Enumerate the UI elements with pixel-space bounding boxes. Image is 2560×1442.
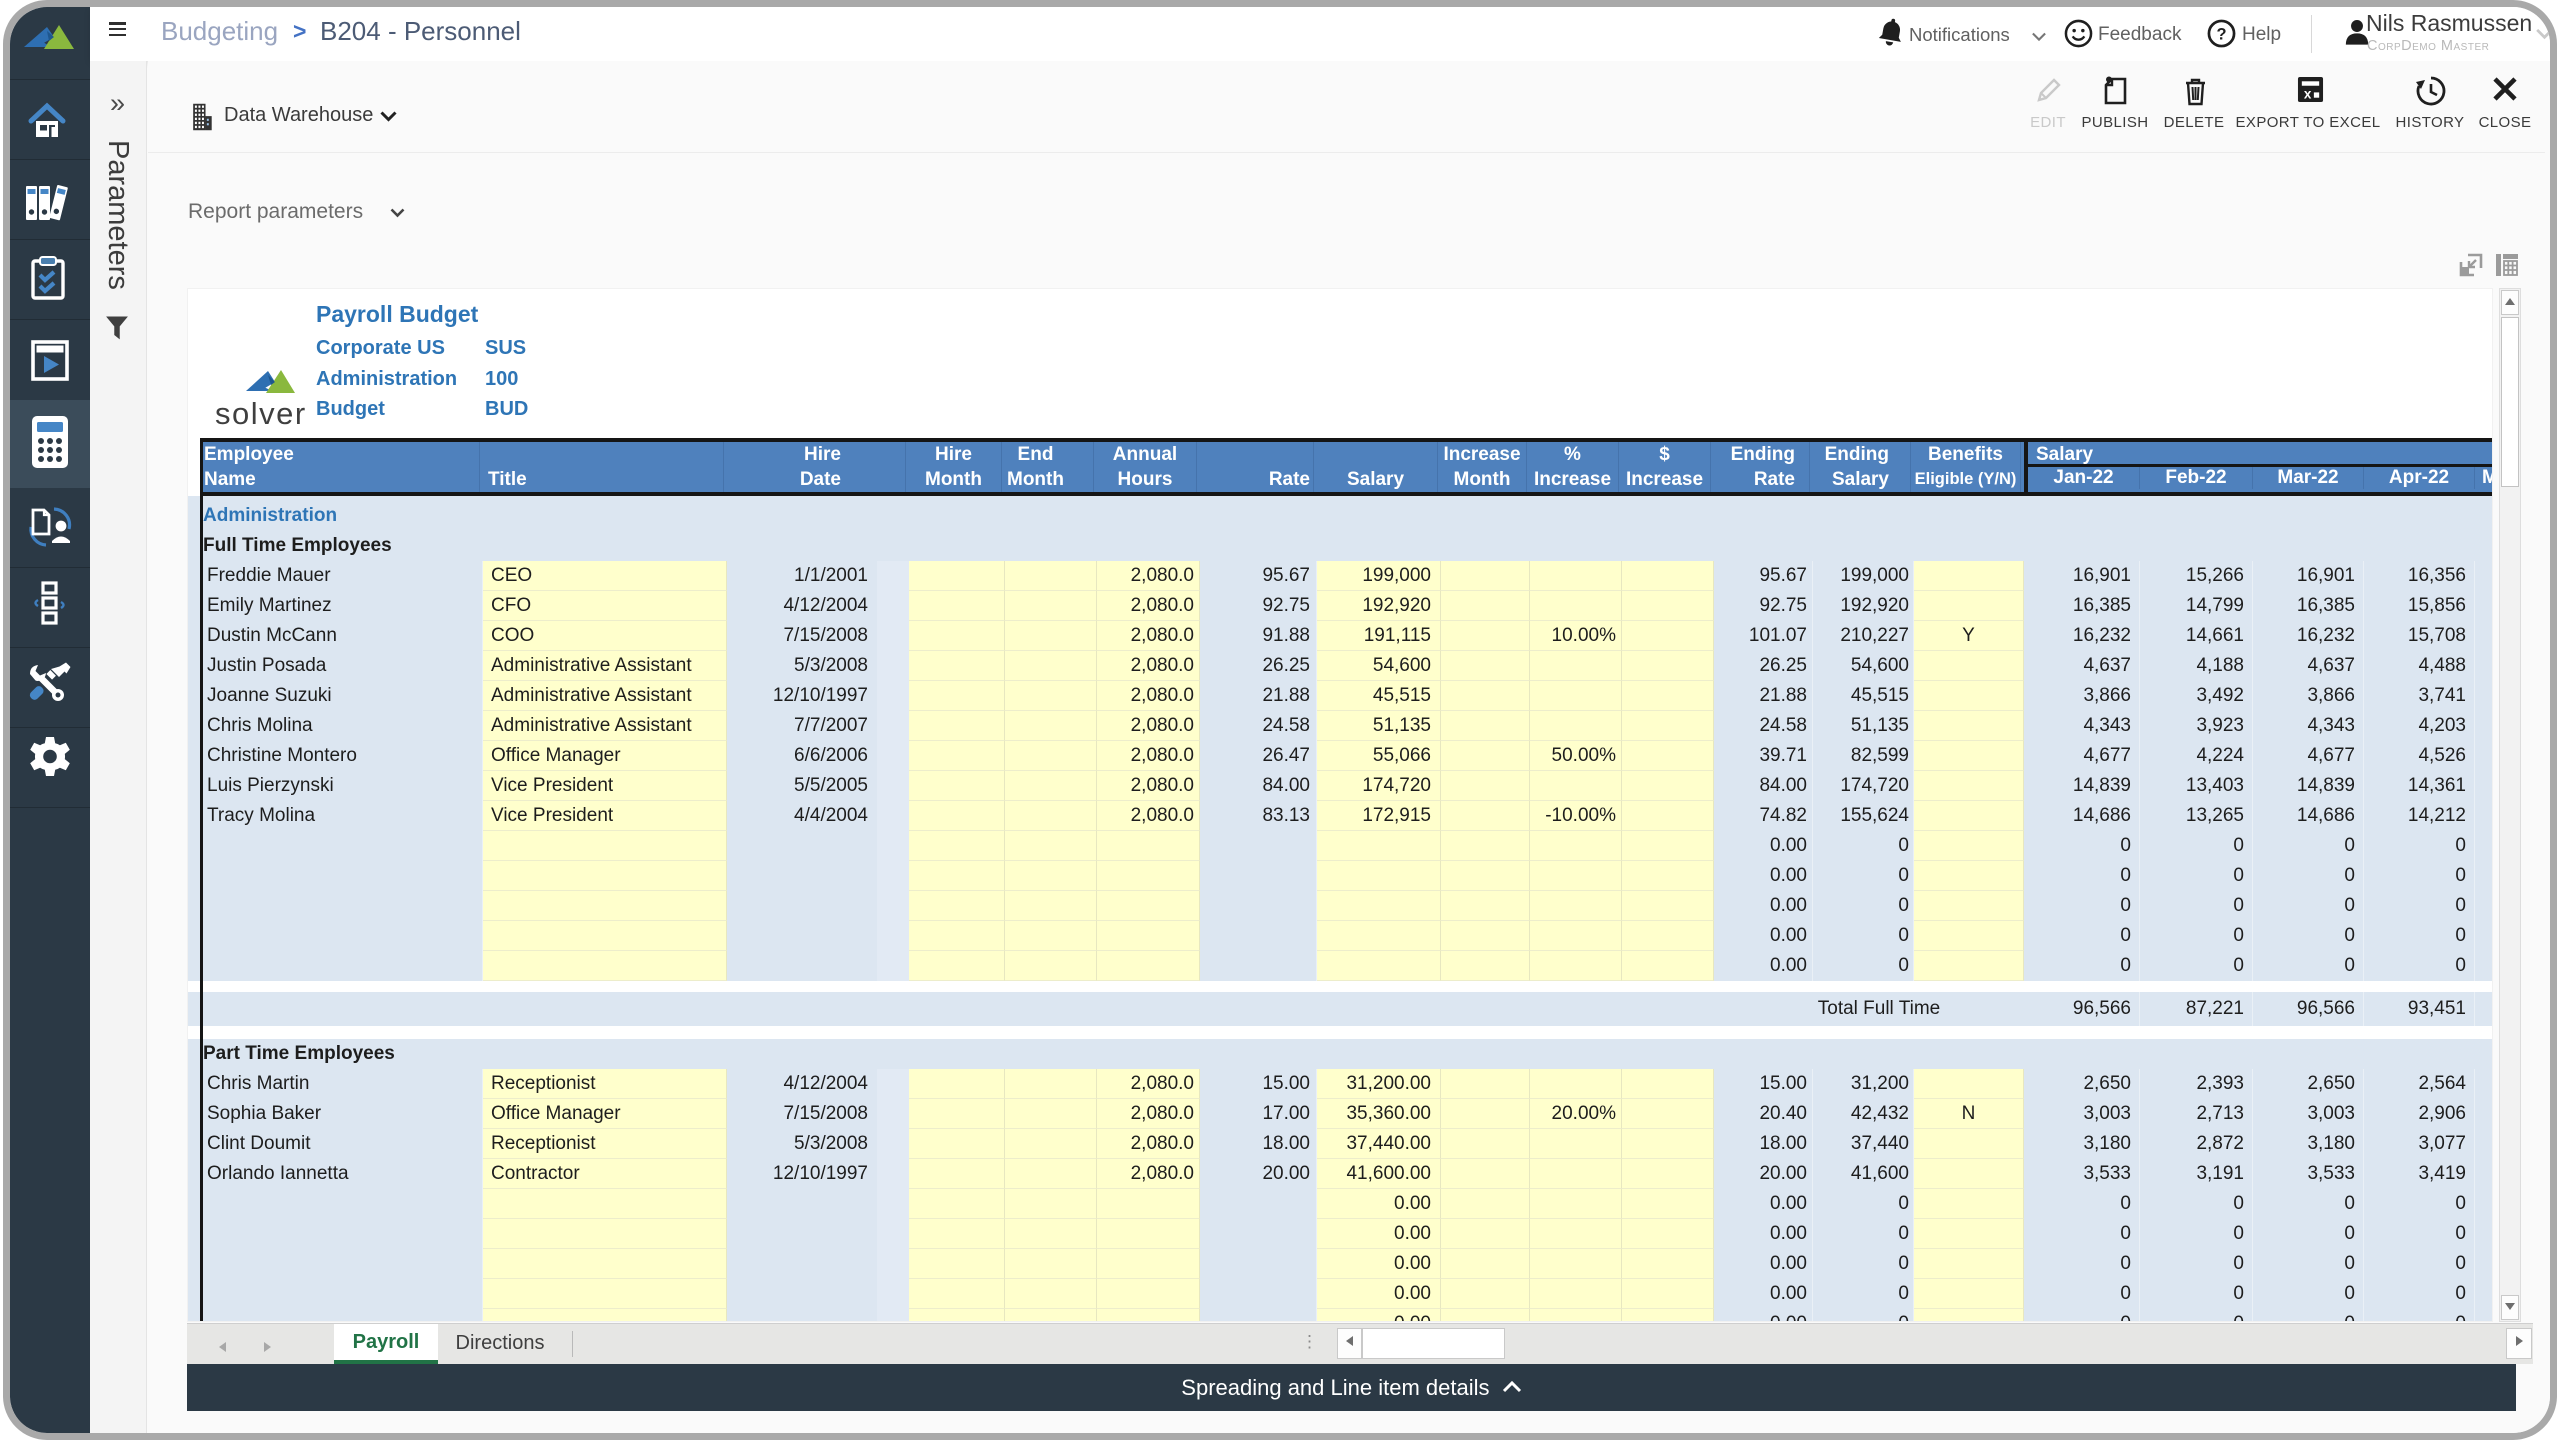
svg-text:x: x: [2304, 87, 2312, 102]
svg-text:?: ?: [2216, 25, 2226, 43]
